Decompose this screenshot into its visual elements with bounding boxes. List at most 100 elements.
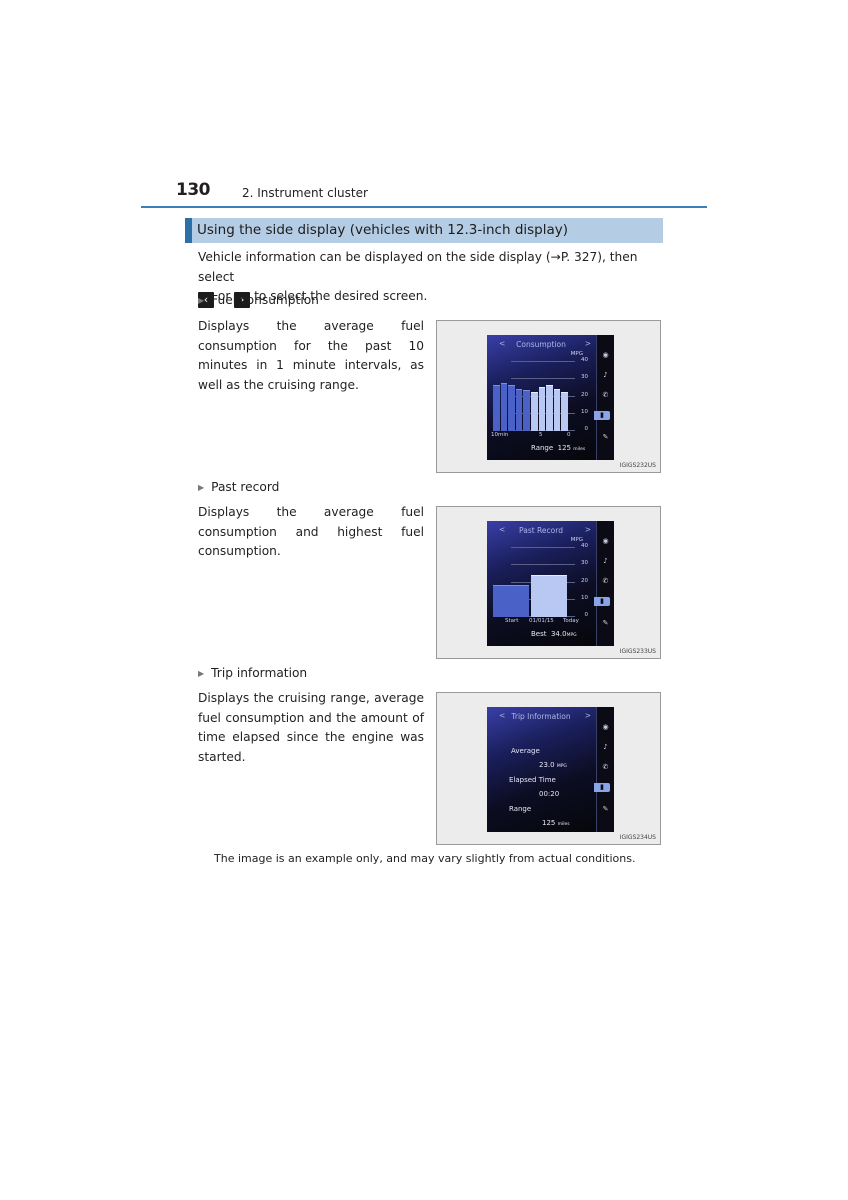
best-value: 34.0 (550, 630, 567, 638)
screen-title-bar: < Trip Information > (487, 707, 595, 725)
settings-icon: ✎ (602, 805, 609, 813)
vehicle-info-icon: ▮ (594, 783, 610, 792)
average-label: Average (511, 747, 540, 755)
chart-bar (538, 386, 546, 431)
vehicle-info-icon: ▮ (594, 411, 610, 420)
chart-bar (508, 385, 515, 431)
item-description: Displays the average fuel consumption fo… (198, 319, 424, 392)
y-tick-label: 20 (581, 391, 588, 398)
range-value: 125 (542, 819, 556, 827)
chart-bar (500, 383, 508, 431)
chart-bar (531, 574, 567, 617)
item-heading-trip-information: ▶ Trip information (198, 666, 307, 680)
chapter-title: 2. Instrument cluster (242, 186, 368, 200)
chart-bar (553, 388, 561, 431)
item-description: Displays the average fuel consumption an… (198, 505, 424, 558)
figure-past-record: < Past Record > MPG mm/dd/yy Start 01/01… (436, 506, 661, 659)
range-value: 125 (557, 444, 572, 452)
x-tick-label: 10min (491, 432, 509, 438)
y-tick-label: 30 (581, 560, 588, 567)
settings-icon: ✎ (602, 619, 609, 627)
x-tick-label: 5 (539, 432, 543, 438)
y-tick-label: 10 (581, 408, 588, 415)
y-tick-label: 0 (584, 612, 589, 618)
x-tick-label: 01/01/15 (529, 618, 554, 624)
average-value: 23.0 (539, 761, 555, 769)
right-arrow-icon: > (584, 525, 591, 534)
image-code: IGIGS233US (619, 648, 656, 655)
chart-bar (561, 392, 568, 431)
chart-bar (493, 385, 500, 431)
side-display-screen: < Past Record > MPG mm/dd/yy Start 01/01… (487, 521, 614, 646)
gridline (511, 361, 575, 362)
item-title: Trip information (211, 666, 308, 680)
section-title: Using the side display (vehicles with 12… (197, 222, 569, 238)
x-tick-label: 0 (567, 432, 571, 438)
y-tick-label: 0 (584, 426, 589, 432)
y-tick-label: 10 (581, 594, 588, 601)
gridline (511, 378, 575, 380)
image-code: IGIGS232US (619, 462, 656, 469)
chart-bar (515, 388, 523, 431)
image-code: IGIGS234US (619, 834, 656, 841)
item-heading-fuel-consumption: ▶ Fuel consumption (198, 293, 319, 307)
settings-icon: ✎ (602, 433, 609, 441)
side-menu: ◉ ♪ ✆ ▮ ✎ (594, 707, 614, 832)
item-title: Past record (211, 480, 280, 494)
chart-bar (523, 390, 530, 431)
range-label: Range (531, 444, 554, 452)
item-description: Displays the cruising range, average fue… (198, 691, 424, 764)
audio-icon: ♪ (603, 743, 608, 751)
range-readout: Range 125 miles (531, 444, 585, 452)
y-tick-label: 30 (581, 374, 588, 381)
phone-icon: ✆ (602, 763, 609, 771)
page-number: 130 (176, 180, 211, 200)
navigation-icon: ◉ (602, 351, 609, 359)
average-readout: 23.0 MPG (539, 761, 567, 769)
screen-title: Past Record (519, 526, 563, 535)
item-title: Fuel consumption (211, 293, 319, 307)
y-tick-label: 40 (581, 543, 588, 549)
right-arrow-icon: > (584, 711, 591, 720)
bullet-triangle-icon: ▶ (198, 483, 205, 492)
section-heading: Using the side display (vehicles with 12… (185, 218, 663, 243)
bullet-triangle-icon: ▶ (198, 296, 205, 305)
side-display-screen: < Trip Information > Average 23.0 MPG El… (487, 707, 614, 832)
range-unit: miles (573, 447, 586, 452)
gridline (511, 564, 575, 566)
gridline (511, 547, 575, 548)
best-readout: Best 34.0MPG (531, 630, 577, 638)
range-unit: miles (557, 822, 570, 827)
best-label: Best (531, 630, 547, 638)
figure-fuel-consumption: < Consumption > MPG 10min 5 0 Range 125 … (436, 320, 661, 473)
item-heading-past-record: ▶ Past record (198, 480, 279, 494)
audio-icon: ♪ (603, 371, 608, 379)
screen-title: Trip Information (511, 712, 571, 721)
chart-bar (546, 385, 553, 431)
y-tick-label: 40 (581, 357, 588, 363)
side-display-screen: < Consumption > MPG 10min 5 0 Range 125 … (487, 335, 614, 460)
x-tick-label: Today (563, 618, 579, 624)
navigation-icon: ◉ (602, 537, 609, 545)
header-divider (141, 206, 707, 208)
elapsed-time-label: Elapsed Time (509, 776, 556, 784)
figure-trip-information: < Trip Information > Average 23.0 MPG El… (436, 692, 661, 845)
average-unit: MPG (556, 764, 567, 769)
side-menu: ◉ ♪ ✆ ▮ ✎ (594, 335, 614, 460)
range-readout: 125 miles (542, 819, 570, 827)
intro-line1: Vehicle information can be displayed on … (198, 250, 638, 284)
phone-icon: ✆ (602, 577, 609, 585)
audio-icon: ♪ (603, 557, 608, 565)
elapsed-time-value: 00:20 (539, 790, 560, 798)
chart-bar (531, 392, 538, 431)
range-label: Range (509, 805, 532, 813)
footnote: The image is an example only, and may va… (214, 852, 636, 865)
phone-icon: ✆ (602, 391, 609, 399)
best-unit: MPG (566, 633, 577, 638)
side-menu: ◉ ♪ ✆ ▮ ✎ (594, 521, 614, 646)
chart-bar (493, 584, 529, 617)
x-tick-label: Start (505, 618, 519, 624)
section-accent (185, 218, 192, 243)
bullet-triangle-icon: ▶ (198, 669, 205, 678)
screen-title: Consumption (516, 340, 566, 349)
